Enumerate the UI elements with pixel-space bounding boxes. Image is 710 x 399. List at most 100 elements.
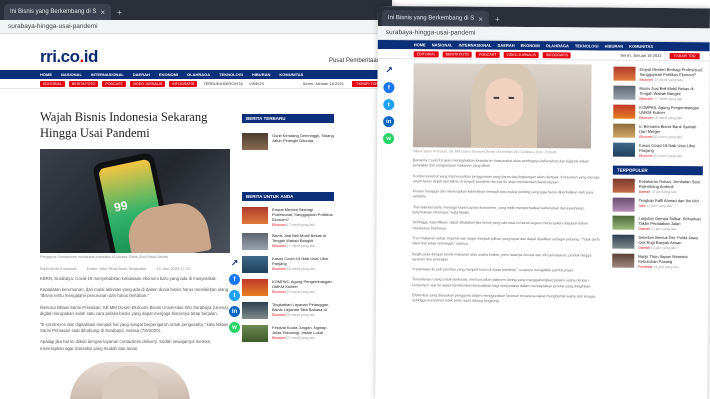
share-icon[interactable]: ↗ [229,258,240,269]
news-category[interactable]: Daerah [639,190,651,194]
news-title[interactable]: Bisnis Jual Beli Mobil Bekas di Tengah W… [272,233,334,243]
news-title[interactable]: Lanjutan Gempa Sulbar, Keluarkan Takbir … [638,216,702,226]
nav-item[interactable]: TEKNOLOGI [575,43,599,48]
news-thumbnail[interactable] [613,104,636,119]
subnav-pill[interactable]: INFOGRAFIS [169,80,198,87]
news-item[interactable]: Empat Menteri Berbagi Profesional, Sangg… [242,207,334,227]
news-thumbnail[interactable] [242,325,268,342]
nav-item[interactable]: HOME [414,42,426,47]
subnav-pill[interactable]: VIDEO JURNALIS [129,80,166,87]
subnav-pill[interactable]: BERITA FOTO [68,80,99,87]
share-icon[interactable]: ↗ [383,65,395,77]
new-tab-icon[interactable]: + [117,4,122,20]
nav-item[interactable]: INTERNASIONAL [91,72,124,77]
news-category[interactable]: Ekonomi [639,78,653,82]
news-item[interactable]: Bisnis Jual Beli Mobil Bekas di Tengah W… [242,233,334,250]
news-item[interactable]: KOMPAS, Agung Pengembangan UMKM Kuliner … [242,279,334,296]
browser-tab[interactable]: Ini Bisnis yang Berkembang di S × [381,10,490,27]
news-title[interactable]: In Bersama Bisnis Bank Syariah Dari Merg… [639,124,703,134]
news-thumbnail[interactable] [612,234,635,249]
close-icon[interactable]: × [100,8,105,17]
news-title[interactable]: Tengkap Raffi Ahmad dan Ibu Idol [639,198,699,203]
news-item[interactable]: Kasus Covid-19 Naik Usai Libur Panjang E… [242,256,334,273]
news-thumbnail[interactable] [613,85,636,100]
news-item[interactable]: Bisnis Jual Beli Mobil Bekas di Tengah W… [613,85,703,102]
news-item[interactable]: Lanjutan Gempa Sulbar, Keluarkan Takbir … [612,215,702,232]
news-category[interactable]: Ekonomi [272,336,286,340]
news-title[interactable]: KOMPAS, Agung Pengembangan UMKM Kuliner [639,105,703,115]
news-thumbnail[interactable] [242,279,268,296]
subnav-pill[interactable]: PODCAST [102,80,126,87]
subnav-pill[interactable]: PODCAST [475,51,500,58]
news-category[interactable]: Daerah [638,246,650,250]
facebook-icon[interactable]: f [229,274,240,285]
twitter-icon[interactable]: t [229,290,240,301]
news-title[interactable]: Bisnis Jual Beli Mobil Bekas di Tengah W… [639,86,703,96]
nav-item[interactable]: INTERNASIONAL [459,43,492,48]
news-thumbnail[interactable] [613,123,636,138]
nav-item[interactable]: NASIONAL [432,42,453,47]
news-category[interactable]: Ekonomi [272,290,286,294]
news-item[interactable]: Gunit Kendang Gemringgil, Sidang Jatuh P… [242,133,334,150]
new-tab-icon[interactable]: + [495,11,500,27]
news-thumbnail[interactable] [612,178,635,193]
news-category[interactable]: Ekonomi [639,135,653,139]
nav-item[interactable]: HIBURAN [605,44,623,49]
news-item[interactable]: Kebakaran Rokan, Jembatan Satu Palembang… [612,178,703,195]
browser-tab[interactable]: Ini Bisnis yang Berkembang di S × [4,4,112,20]
news-item[interactable]: KOMPAS, Agung Pengembangan UMKM Kuliner E… [613,104,703,121]
nav-item[interactable]: OLAHRAGA [546,43,569,48]
news-category[interactable]: Ekonomi [639,154,653,158]
subnav-pill[interactable]: INFOGRAFIS [542,51,571,58]
news-item[interactable]: Tingkatkan Layanan Pelanggan, Bisnis Lay… [242,302,334,319]
subnav-pill[interactable]: VIDEO JURNALIS [503,51,539,58]
search-button[interactable]: T.KRAPI TOR [669,52,700,59]
nav-item[interactable]: TEKNOLOGI [219,72,243,77]
news-title[interactable]: Kasus Covid-19 Naik Usai Libur Panjang [639,143,703,153]
news-title[interactable]: KOMPAS, Agung Pengembangan UMKM Kuliner [272,279,334,289]
news-title[interactable]: Tingkatkan Layanan Pelanggan, Bisnis Lay… [272,302,334,312]
subnav-pill[interactable]: EDITORIAL [40,80,65,87]
news-thumbnail[interactable] [242,133,268,150]
news-title[interactable]: Festival Kuota Jungan, Nginap, Jelas Tek… [272,325,334,335]
news-title[interactable]: Empat Menteri Berbagi Profesional, Sangg… [640,67,704,77]
news-category[interactable]: Ekonomi [272,313,286,317]
news-thumbnail[interactable] [242,302,268,319]
news-category[interactable]: Ekonomi [639,116,653,120]
news-category[interactable]: Ekonomi [272,267,286,271]
news-item[interactable]: Kasus Covid-19 Naik Usai Libur Panjang Ek… [612,142,703,159]
news-title[interactable]: Gunit Kendang Gemringgil, Sidang Jatuh P… [272,133,334,143]
nav-item[interactable]: KOMUNITAS [279,72,303,77]
subnav-pill[interactable]: BERITA FOTO [442,50,473,58]
news-category[interactable]: Ekonomi [639,97,653,101]
news-title[interactable]: Banjir Tiron Sapon Meminta Kebutuhan Pas… [638,254,702,264]
news-category[interactable]: Peristiwa [638,265,652,269]
nav-item[interactable]: KOMUNITAS [629,44,653,49]
close-icon[interactable]: × [478,14,483,23]
nav-item[interactable]: NASIONAL [61,72,82,77]
news-item[interactable]: Empat Menteri Berbagi Profesional, Sangg… [613,66,704,83]
nav-item[interactable]: OLAHRAGA [187,72,210,77]
nav-item[interactable]: EKONOMI [521,43,540,48]
news-item[interactable]: Banjir Tiron Sapon Meminta Kebutuhan Pas… [612,253,702,270]
twitter-icon[interactable]: t [383,99,395,111]
news-item[interactable]: In Bersama Bisnis Bank Syariah Dari Merg… [613,123,703,140]
nav-item[interactable]: HOME [40,72,52,77]
facebook-icon[interactable]: f [383,82,395,94]
whatsapp-icon[interactable]: w [229,322,240,333]
subnav-link[interactable]: VIDEOS [249,81,264,86]
news-thumbnail[interactable] [242,256,268,273]
subnav-link[interactable]: TERBUKA BERCINTA [203,81,243,86]
nav-item[interactable]: DAERAH [133,72,150,77]
site-logo[interactable]: rri.co.id [40,47,98,67]
news-title[interactable]: Kasus Covid-19 Naik Usai Libur Panjang [272,256,334,266]
news-category[interactable]: Artis [639,204,646,208]
subnav-pill[interactable]: EDITORIAL [413,50,439,57]
news-title[interactable]: Kebakaran Rokan, Jembatan Satu Palembang… [639,179,703,189]
news-title[interactable]: Sebelum Bentuk Dst. Polda Jawa Cek Rugi … [638,235,702,245]
news-category[interactable]: Daerah [638,227,650,231]
news-thumbnail[interactable] [613,66,636,81]
nav-item[interactable]: HIBURAN [252,72,270,77]
news-thumbnail[interactable] [242,233,268,250]
linkedin-icon[interactable]: in [383,116,395,128]
